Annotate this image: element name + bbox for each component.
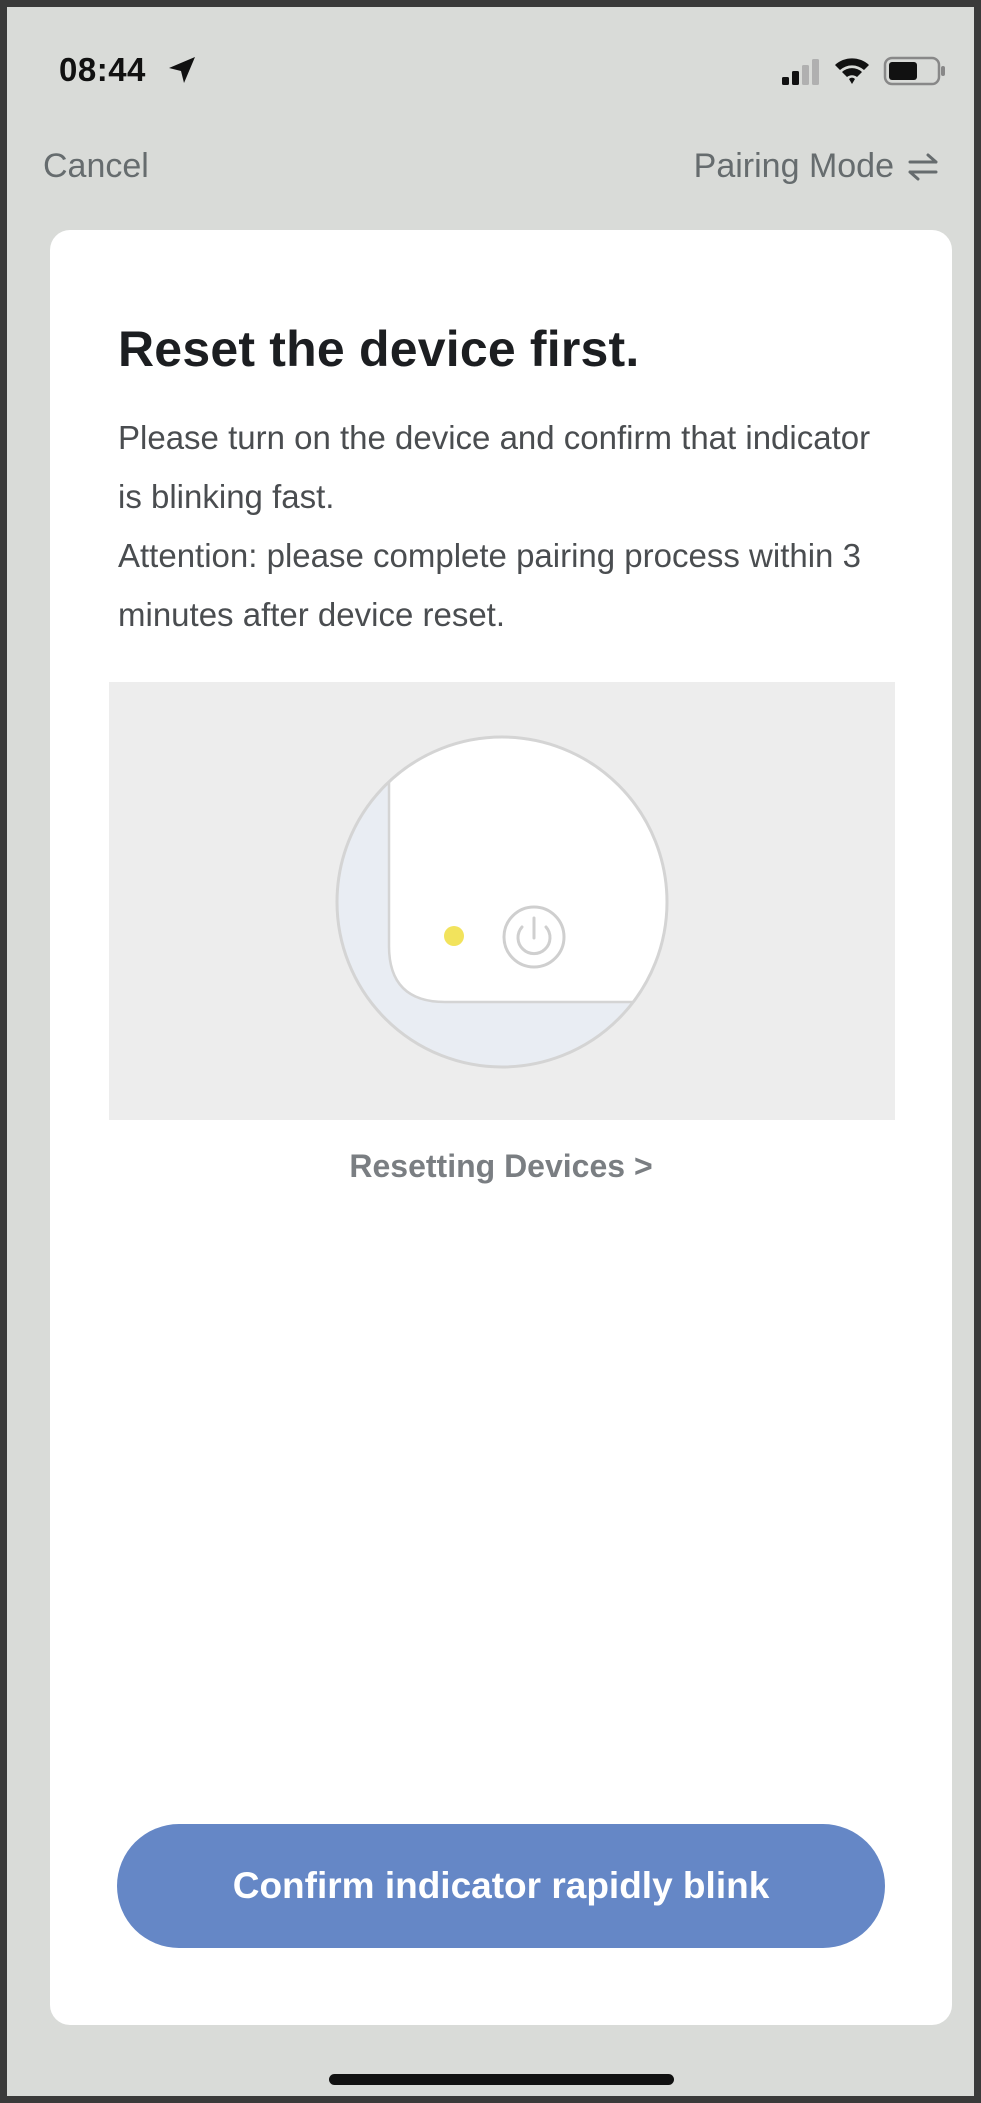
attention-text: Attention: please complete pairing proce… [118,537,861,633]
resetting-devices-link[interactable]: Resetting Devices > [50,1148,952,1185]
pairing-mode-button[interactable]: Pairing Mode [694,147,940,186]
cellular-signal-icon [782,59,819,85]
status-bar: 08:44 [7,7,974,127]
instruction-text: Please turn on the device and confirm th… [118,419,871,515]
home-indicator[interactable] [329,2074,674,2085]
confirm-button[interactable]: Confirm indicator rapidly blink [117,1824,885,1948]
device-reset-image [335,735,669,1069]
instructions: Please turn on the device and confirm th… [118,408,898,644]
phone-screen: 08:44 Cancel Pairing Mode Reset the devi… [0,0,981,2103]
indicator-light [444,926,464,946]
location-arrow-icon [169,57,195,83]
content-card: Reset the device first. Please turn on t… [50,230,952,2025]
cancel-button[interactable]: Cancel [43,147,149,186]
status-time: 08:44 [59,51,146,88]
switch-arrows-icon [908,153,938,180]
battery-icon [883,56,945,86]
pairing-mode-label: Pairing Mode [693,147,894,185]
device-illustration [109,682,895,1120]
wifi-icon [835,58,869,84]
page-title: Reset the device first. [118,321,640,377]
